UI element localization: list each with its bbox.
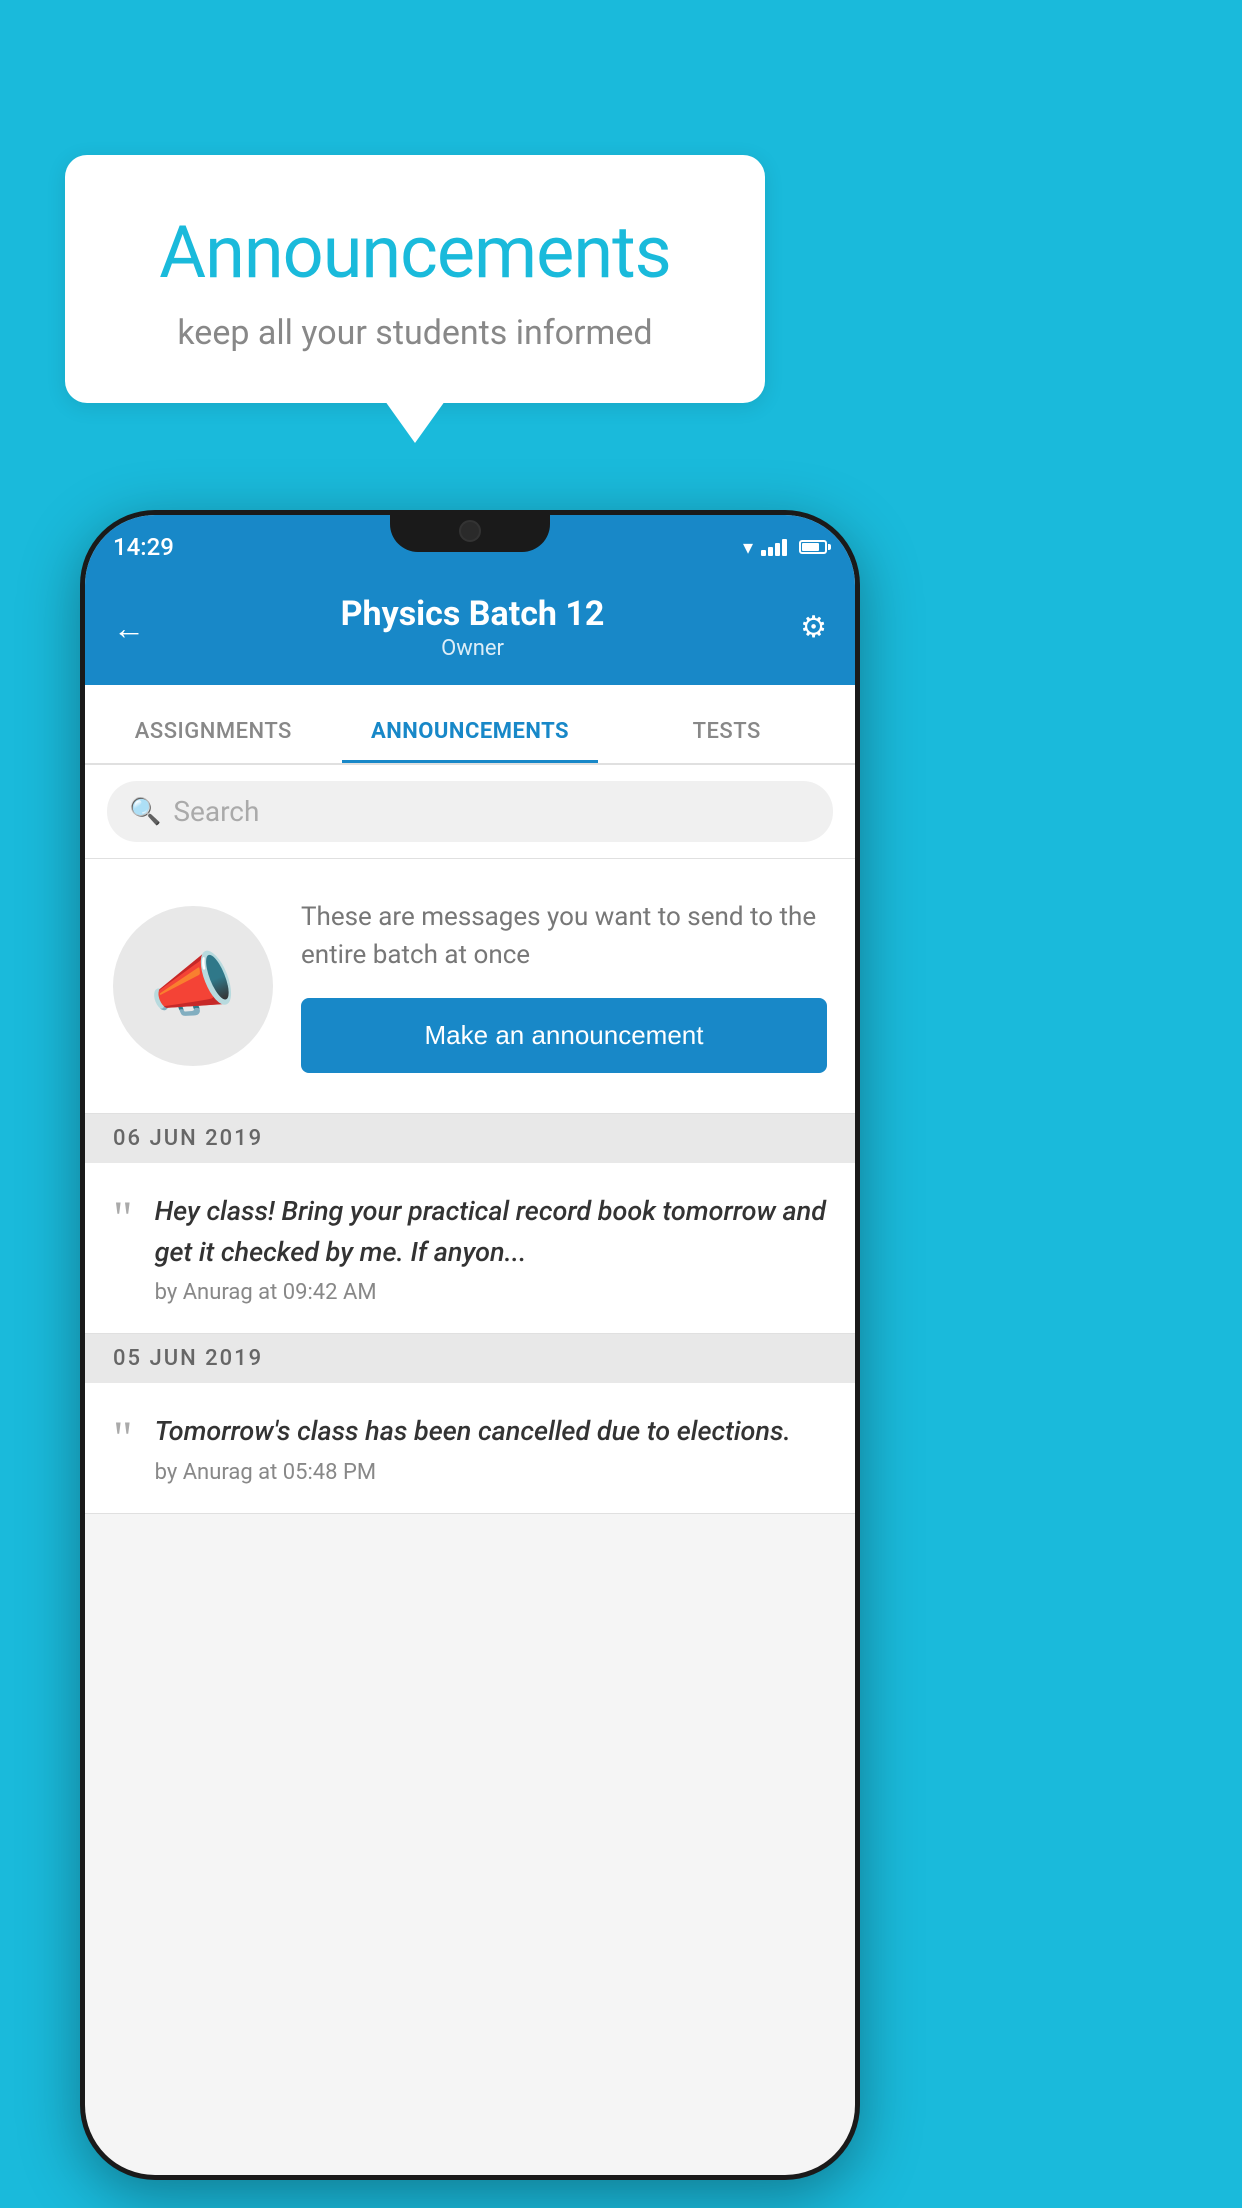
quote-icon-0: " <box>113 1195 133 1305</box>
date-separator-jun5: 05 JUN 2019 <box>85 1334 855 1383</box>
announcement-meta-1: by Anurag at 05:48 PM <box>155 1460 827 1485</box>
phone-frame: 14:29 ▾ ← Physics Batch 12 Owner <box>80 510 860 2180</box>
megaphone-icon: 📣 <box>149 945 236 1027</box>
search-bar[interactable]: 🔍 Search <box>107 781 833 842</box>
quote-icon-1: " <box>113 1415 133 1485</box>
search-icon: 🔍 <box>129 797 161 827</box>
search-input[interactable]: Search <box>173 795 259 828</box>
wifi-icon: ▾ <box>743 535 753 559</box>
date-separator-jun6: 06 JUN 2019 <box>85 1114 855 1163</box>
signal-bars-icon <box>761 538 787 556</box>
tab-tests[interactable]: TESTS <box>598 719 855 763</box>
back-button[interactable]: ← <box>113 609 145 647</box>
signal-bar-4 <box>782 539 787 556</box>
announcement-item-0: " Hey class! Bring your practical record… <box>85 1163 855 1334</box>
status-icons: ▾ <box>743 535 827 559</box>
announcement-message-1: Tomorrow's class has been cancelled due … <box>155 1411 827 1452</box>
phone-notch <box>390 510 550 552</box>
announcement-meta-0: by Anurag at 09:42 AM <box>155 1280 827 1305</box>
announcement-item-content-0: Hey class! Bring your practical record b… <box>155 1191 827 1305</box>
header-center: Physics Batch 12 Owner <box>341 594 605 661</box>
signal-bar-3 <box>775 543 780 556</box>
speech-bubble-card: Announcements keep all your students inf… <box>65 155 765 403</box>
status-time: 14:29 <box>113 533 174 561</box>
announcement-message-0: Hey class! Bring your practical record b… <box>155 1191 827 1272</box>
signal-bar-1 <box>761 550 766 556</box>
header-subtitle: Owner <box>341 636 605 661</box>
battery-icon <box>799 540 827 554</box>
announcement-card-content: These are messages you want to send to t… <box>301 899 827 1073</box>
speech-bubble-title: Announcements <box>125 210 705 295</box>
announcement-item-content-1: Tomorrow's class has been cancelled due … <box>155 1411 827 1485</box>
search-bar-container: 🔍 Search <box>85 765 855 859</box>
speech-bubble-subtitle: keep all your students informed <box>125 313 705 353</box>
tab-bar: ASSIGNMENTS ANNOUNCEMENTS TESTS <box>85 685 855 765</box>
battery-fill <box>802 543 819 551</box>
settings-icon[interactable]: ⚙ <box>800 610 827 645</box>
announcement-prompt-text: These are messages you want to send to t… <box>301 899 827 974</box>
announcement-item-1: " Tomorrow's class has been cancelled du… <box>85 1383 855 1514</box>
phone-camera <box>459 520 481 542</box>
content-area: 🔍 Search 📣 These are messages you want t… <box>85 765 855 1514</box>
make-announcement-button[interactable]: Make an announcement <box>301 998 827 1073</box>
app-header: ← Physics Batch 12 Owner ⚙ <box>85 570 855 685</box>
header-title: Physics Batch 12 <box>341 594 605 634</box>
tab-announcements[interactable]: ANNOUNCEMENTS <box>342 719 599 763</box>
announcement-prompt-card: 📣 These are messages you want to send to… <box>85 859 855 1114</box>
megaphone-icon-circle: 📣 <box>113 906 273 1066</box>
phone-screen: 14:29 ▾ ← Physics Batch 12 Owner <box>85 515 855 2175</box>
tab-assignments[interactable]: ASSIGNMENTS <box>85 719 342 763</box>
signal-bar-2 <box>768 547 773 556</box>
